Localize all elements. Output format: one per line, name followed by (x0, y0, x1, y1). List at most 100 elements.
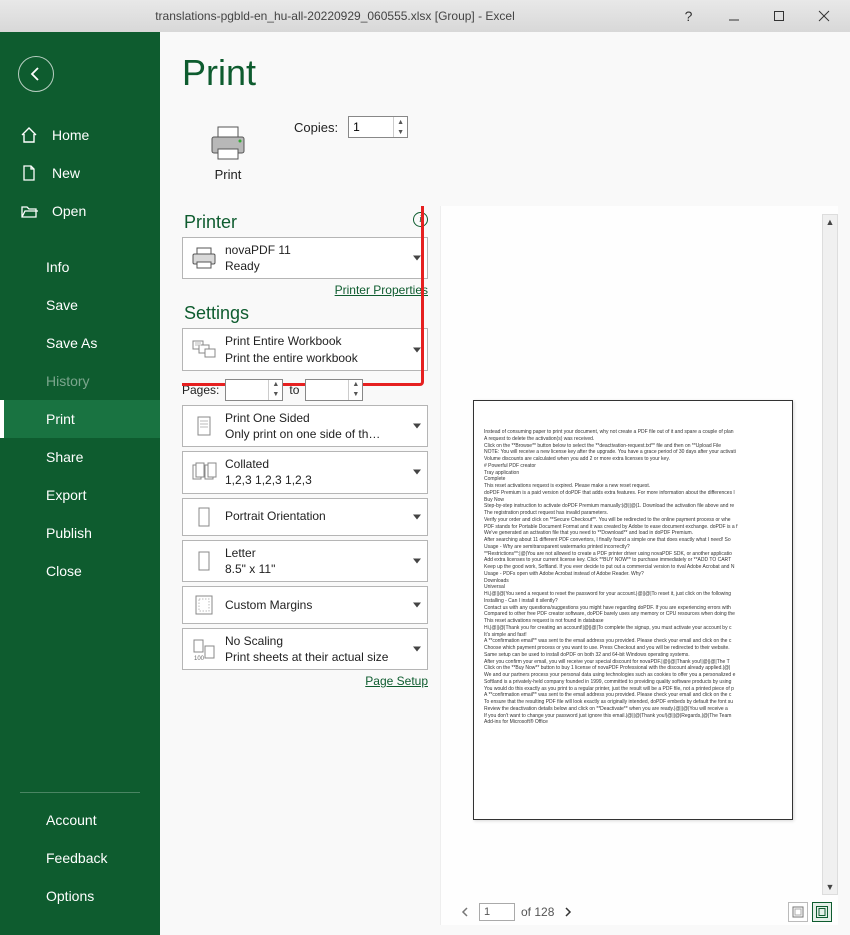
printer-status: Ready (225, 258, 291, 274)
preview-scrollbar[interactable]: ▲ ▼ (822, 214, 838, 895)
sidebar-item-open[interactable]: Open (0, 192, 160, 230)
print-button[interactable]: Print (182, 110, 274, 196)
paper-dropdown[interactable]: Letter 8.5" x 11" (182, 540, 428, 582)
sidebar-item-new[interactable]: New (0, 154, 160, 192)
titlebar: translations-pgbld-en_hu-all-20220929_06… (0, 0, 850, 32)
preview-text-line: Click on the **Buy Now** button to buy 1… (484, 665, 782, 672)
show-margins-button[interactable] (788, 902, 808, 922)
preview-text-line: Instead of consuming paper to print your… (484, 429, 782, 436)
preview-text-line: Downloads (484, 578, 782, 585)
pages-from-input[interactable]: ▲▼ (225, 379, 283, 401)
preview-text-line: Universal (484, 584, 782, 591)
scaling-dropdown[interactable]: 100 No Scaling Print sheets at their act… (182, 628, 428, 670)
pages-row: Pages: ▲▼ to ▲▼ (182, 379, 428, 401)
sidebar-label: Options (46, 888, 94, 904)
help-button[interactable]: ? (666, 2, 711, 30)
sidebar-item-export[interactable]: Export (0, 476, 160, 514)
backstage-sidebar: Home New Open Info Save Save As History … (0, 32, 160, 935)
collated-icon (189, 458, 219, 486)
sided-dropdown[interactable]: Print One Sided Only print on one side o… (182, 405, 428, 447)
preview-text-line: Softland is a privately-held company fou… (484, 679, 782, 686)
preview-text-line: Volume discounts are calculated when you… (484, 456, 782, 463)
sidebar-label: Share (46, 449, 83, 465)
back-button[interactable] (18, 56, 54, 92)
next-page-button[interactable] (560, 904, 576, 920)
prev-page-button[interactable] (457, 904, 473, 920)
print-top-row: Print Copies: 1 ▲▼ (182, 110, 838, 196)
zoom-to-page-button[interactable] (812, 902, 832, 922)
copies-label: Copies: (294, 120, 338, 135)
close-button[interactable] (801, 2, 846, 30)
sidebar-label: Home (52, 127, 89, 143)
sidebar-item-close[interactable]: Close (0, 552, 160, 590)
sidebar-label: Feedback (46, 850, 107, 866)
printer-properties-row: Printer Properties (182, 283, 428, 297)
sidebar-item-options[interactable]: Options (0, 877, 160, 915)
scaling-text: No Scaling Print sheets at their actual … (225, 633, 388, 665)
orientation-dropdown[interactable]: Portrait Orientation (182, 498, 428, 536)
orientation-l1: Portrait Orientation (225, 508, 326, 524)
sided-l2: Only print on one side of th… (225, 426, 380, 442)
paper-l1: Letter (225, 545, 275, 561)
sidebar-label: Export (46, 487, 86, 503)
margins-icon (189, 591, 219, 619)
sidebar-item-print[interactable]: Print (0, 400, 160, 438)
copies-input[interactable]: 1 ▲▼ (348, 116, 408, 138)
scope-l1: Print Entire Workbook (225, 333, 358, 349)
sidebar-item-save-as[interactable]: Save As (0, 324, 160, 362)
printer-dropdown[interactable]: novaPDF 11 Ready (182, 237, 428, 279)
preview-text-line: Review the deactivation details below an… (484, 706, 782, 713)
printer-dd-text: novaPDF 11 Ready (225, 242, 291, 274)
preview-text-line: Hi,|@||@|You send a request to reset the… (484, 591, 782, 598)
preview-text-line: doPDF Premium is a paid version of doPDF… (484, 490, 782, 497)
sidebar-item-share[interactable]: Share (0, 438, 160, 476)
chevron-down-icon (413, 347, 421, 352)
preview-text-line: We've generated an activation file that … (484, 530, 782, 537)
spin-arrows[interactable]: ▲▼ (393, 117, 407, 137)
sidebar-item-publish[interactable]: Publish (0, 514, 160, 552)
one-sided-icon (189, 412, 219, 440)
page-title: Print (182, 52, 838, 94)
preview-column: ▲ ▼ Instead of consuming paper to print … (440, 206, 838, 925)
pages-to-input[interactable]: ▲▼ (305, 379, 363, 401)
chevron-down-icon (413, 470, 421, 475)
page-setup-link[interactable]: Page Setup (365, 674, 428, 688)
printer-properties-link[interactable]: Printer Properties (335, 283, 428, 297)
home-icon (20, 126, 38, 144)
minimize-button[interactable] (711, 2, 756, 30)
printer-heading: Printer i (184, 212, 428, 233)
preview-text-line: You would do this exactly as you print t… (484, 686, 782, 693)
collated-dropdown[interactable]: Collated 1,2,3 1,2,3 1,2,3 (182, 451, 428, 493)
printer-dd-icon (189, 244, 219, 272)
scroll-up-button[interactable]: ▲ (823, 215, 837, 229)
sidebar-item-info[interactable]: Info (0, 248, 160, 286)
printer-name: novaPDF 11 (225, 242, 291, 258)
preview-text-line: To ensure that the resulting PDF file wi… (484, 699, 782, 706)
sidebar-item-home[interactable]: Home (0, 116, 160, 154)
preview-text-line: Usage - PDFs open with Adobe Acrobat ins… (484, 571, 782, 578)
body: Home New Open Info Save Save As History … (0, 32, 850, 935)
preview-text-line: Add extra licenses to your current licen… (484, 557, 782, 564)
scroll-down-button[interactable]: ▼ (823, 880, 837, 894)
print-scope-dropdown[interactable]: Print Entire Workbook Print the entire w… (182, 328, 428, 370)
sidebar-label: Save (46, 297, 78, 313)
page-number-input[interactable]: 1 (479, 903, 515, 921)
printer-info-icon[interactable]: i (413, 212, 428, 227)
chevron-down-icon (413, 558, 421, 563)
sidebar-label: Publish (46, 525, 92, 541)
margins-dropdown[interactable]: Custom Margins (182, 586, 428, 624)
preview-text-line: Usage - Why are semitransparent watermar… (484, 544, 782, 551)
chevron-down-icon (413, 514, 421, 519)
workbook-icon (189, 336, 219, 364)
sidebar-label: Close (46, 563, 82, 579)
zoom-buttons (788, 902, 832, 922)
preview-text-line: This reset activations request is expire… (484, 483, 782, 490)
paper-l2: 8.5" x 11" (225, 561, 275, 577)
sided-text: Print One Sided Only print on one side o… (225, 410, 380, 442)
sidebar-item-save[interactable]: Save (0, 286, 160, 324)
preview-text-line: Complete (484, 476, 782, 483)
maximize-button[interactable] (756, 2, 801, 30)
sidebar-item-feedback[interactable]: Feedback (0, 839, 160, 877)
sidebar-item-account[interactable]: Account (0, 801, 160, 839)
window-controls: ? (666, 2, 846, 30)
